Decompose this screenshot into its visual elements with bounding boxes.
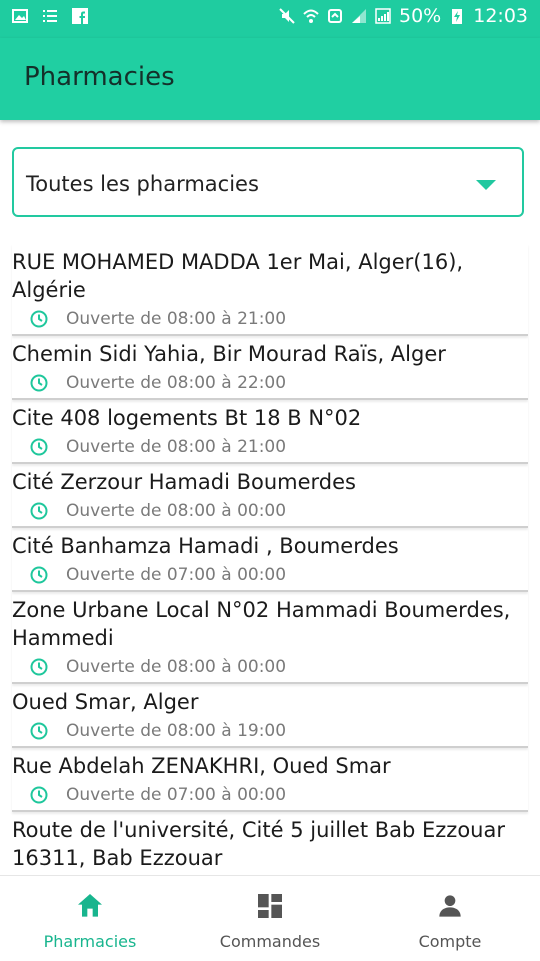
pharmacy-hours: Ouverte de 08:00 à 21:00	[66, 309, 287, 329]
pharmacy-address: Zone Urbane Local N°02 Hammadi Boumerdes…	[12, 598, 511, 650]
pharmacy-hours-row: Ouverte de 08:00 à 22:00	[12, 368, 528, 398]
nav-item-commandes[interactable]: Commandes	[180, 890, 360, 951]
mute-icon	[279, 8, 295, 24]
bottom-navigation: Pharmacies Commandes Compte	[0, 875, 540, 961]
pharmacy-address: Chemin Sidi Yahia, Bir Mourad Raïs, Alge…	[12, 342, 446, 366]
pharmacy-address: Cité Banhamza Hamadi , Boumerdes	[12, 534, 399, 558]
pharmacy-list-item[interactable]: RUE MOHAMED MADDA 1er Mai, Alger(16), Al…	[12, 244, 528, 336]
person-icon	[439, 895, 461, 917]
nav-label-pharmacies: Pharmacies	[43, 932, 137, 951]
dropdown-selected-value: Toutes les pharmacies	[26, 172, 259, 196]
pharmacy-hours-row: Ouverte de 07:00 à 00:00	[12, 780, 528, 810]
pharmacy-list-item[interactable]: Rue Abdelah ZENAKHRI, Oued Smar Ouverte …	[12, 748, 528, 812]
pharmacy-list-item[interactable]: Cité Banhamza Hamadi , Boumerdes Ouverte…	[12, 528, 528, 592]
clock-icon	[30, 438, 48, 456]
nav-item-pharmacies[interactable]: Pharmacies	[0, 890, 180, 951]
pharmacy-list-item[interactable]: Zone Urbane Local N°02 Hammadi Boumerdes…	[12, 592, 528, 684]
image-notification-icon	[12, 9, 28, 23]
signal-icon-2	[375, 8, 391, 24]
battery-percent: 50%	[399, 5, 442, 27]
pharmacy-address: Oued Smar, Alger	[12, 690, 199, 714]
pharmacy-hours: Ouverte de 08:00 à 00:00	[66, 657, 287, 677]
pharmacy-address: RUE MOHAMED MADDA 1er Mai, Alger(16), Al…	[12, 250, 464, 302]
pharmacy-list-item[interactable]: Oued Smar, Alger Ouverte de 08:00 à 19:0…	[12, 684, 528, 748]
pharmacy-list[interactable]: RUE MOHAMED MADDA 1er Mai, Alger(16), Al…	[12, 244, 528, 872]
pharmacy-hours-row: Ouverte de 08:00 à 21:00	[12, 432, 528, 462]
battery-charging-icon	[452, 9, 463, 24]
clock-icon	[30, 786, 48, 804]
clock-icon	[30, 658, 48, 676]
page-title: Pharmacies	[24, 62, 175, 92]
pharmacy-list-item[interactable]: Cité Zerzour Hamadi Boumerdes Ouverte de…	[12, 464, 528, 528]
clock-icon	[30, 722, 48, 740]
home-icon	[78, 894, 102, 917]
nav-label-compte: Compte	[418, 932, 482, 951]
dashboard-icon	[258, 894, 282, 918]
signal-icon	[352, 9, 366, 23]
status-bar: 50% 12:03	[0, 0, 540, 38]
pharmacy-hours-row: Ouverte de 08:00 à 21:00	[12, 304, 528, 334]
nfc-icon	[328, 9, 342, 23]
pharmacy-list-item[interactable]: Cite 408 logements Bt 18 B N°02 Ouverte …	[12, 400, 528, 464]
pharmacy-hours-row: Ouverte de 08:00 à 19:00	[12, 716, 528, 746]
pharmacy-address: Cite 408 logements Bt 18 B N°02	[12, 406, 362, 430]
pharmacy-hours: Ouverte de 08:00 à 22:00	[66, 373, 287, 393]
pharmacy-list-item[interactable]: Route de l'université, Cité 5 juillet Ba…	[12, 812, 528, 872]
clock-time: 12:03	[473, 5, 528, 27]
pharmacy-filter-dropdown[interactable]: Toutes les pharmacies	[12, 147, 524, 217]
facebook-notification-icon	[72, 8, 88, 24]
clock-icon	[30, 566, 48, 584]
nav-item-compte[interactable]: Compte	[360, 890, 540, 951]
pharmacy-address: Cité Zerzour Hamadi Boumerdes	[12, 470, 356, 494]
pharmacy-hours-row: Ouverte de 08:00 à 00:00	[12, 652, 528, 682]
wifi-icon	[303, 9, 319, 23]
pharmacy-hours: Ouverte de 08:00 à 00:00	[66, 501, 287, 521]
clock-icon	[30, 374, 48, 392]
pharmacy-hours: Ouverte de 08:00 à 19:00	[66, 721, 287, 741]
pharmacy-address: Rue Abdelah ZENAKHRI, Oued Smar	[12, 754, 391, 778]
pharmacy-list-item[interactable]: Chemin Sidi Yahia, Bir Mourad Raïs, Alge…	[12, 336, 528, 400]
pharmacy-address: Route de l'université, Cité 5 juillet Ba…	[12, 818, 505, 870]
pharmacy-hours: Ouverte de 08:00 à 21:00	[66, 437, 287, 457]
clock-icon	[30, 502, 48, 520]
list-notification-icon	[43, 10, 57, 22]
nav-label-commandes: Commandes	[219, 932, 321, 951]
pharmacy-hours-row: Ouverte de 07:00 à 00:00	[12, 560, 528, 590]
app-bar: Pharmacies	[0, 38, 540, 120]
chevron-down-icon	[476, 180, 496, 190]
pharmacy-hours: Ouverte de 07:00 à 00:00	[66, 785, 287, 805]
pharmacy-hours-row: Ouverte de 08:00 à 00:00	[12, 496, 528, 526]
pharmacy-hours: Ouverte de 07:00 à 00:00	[66, 565, 287, 585]
clock-icon	[30, 310, 48, 328]
